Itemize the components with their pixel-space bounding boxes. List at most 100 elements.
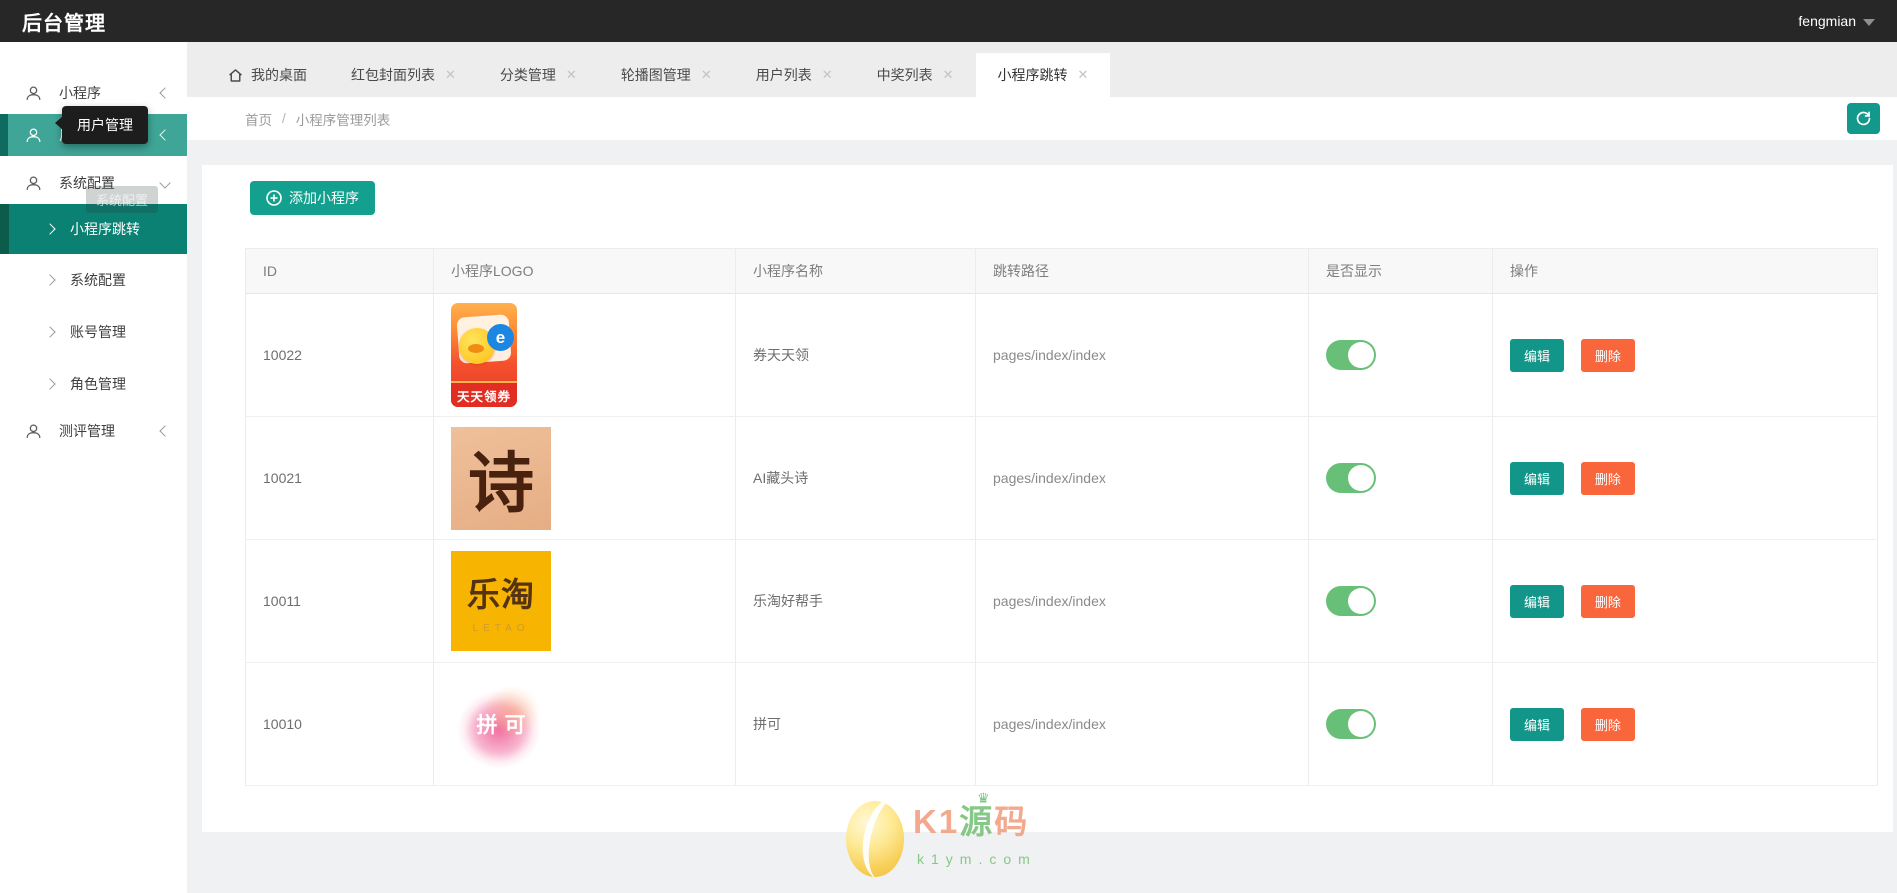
sidebar: 小程序 用户管理 系统配置 小程序跳转 系统配置 账号管理 角色管理 测评管理: [0, 42, 187, 893]
breadcrumb-home[interactable]: 首页: [245, 109, 272, 129]
cell-visible: [1308, 416, 1493, 540]
add-miniprogram-button[interactable]: 添加小程序: [250, 181, 375, 215]
watermark-yuan: 源: [959, 803, 995, 840]
cell-actions: 编辑 删除: [1492, 293, 1878, 417]
sidebar-item-label: 小程序: [59, 85, 101, 101]
tab-中奖列表[interactable]: 中奖列表 ✕: [855, 53, 976, 97]
watermark: ♛ K1源码 k1ym.com: [846, 790, 1037, 877]
content-area: 添加小程序 ID 小程序LOGO 小程序名称 跳转路径 是否显示 操作 10022 e 天天…: [187, 140, 1897, 893]
person-icon: [26, 128, 41, 142]
visibility-toggle[interactable]: [1326, 586, 1376, 616]
miniprogram-logo-poem: 诗: [451, 426, 551, 530]
cell-logo: 拼可: [433, 662, 736, 786]
visibility-toggle[interactable]: [1326, 340, 1376, 370]
chevron-icon: [159, 177, 171, 189]
table-header-row: ID 小程序LOGO 小程序名称 跳转路径 是否显示 操作: [245, 248, 1878, 294]
table-header-cell: 小程序名称: [735, 248, 976, 294]
cell-logo: e 天天领券: [433, 293, 736, 417]
cell-name: 券天天领: [735, 293, 976, 417]
chevron-right-icon: [44, 378, 56, 390]
person-icon: [26, 86, 41, 100]
table-header-cell: 是否显示: [1308, 248, 1493, 294]
tab-close-icon[interactable]: ✕: [1078, 67, 1089, 83]
tab-close-icon[interactable]: ✕: [943, 67, 954, 83]
cell-id: 10010: [245, 662, 434, 786]
tab-close-icon[interactable]: ✕: [566, 67, 577, 83]
cell-path: pages/index/index: [975, 293, 1309, 417]
cell-visible: [1308, 539, 1493, 663]
tab-小程序跳转[interactable]: 小程序跳转 ✕: [975, 53, 1111, 97]
table-wrapper: ID 小程序LOGO 小程序名称 跳转路径 是否显示 操作 10022 e 天天领券 券天天…: [245, 248, 1878, 786]
tab-轮播图管理[interactable]: 轮播图管理 ✕: [599, 53, 734, 97]
app-title: 后台管理: [22, 12, 106, 35]
sidebar-item-测评管理[interactable]: 测评管理: [0, 410, 187, 452]
sidebar-subitem-小程序跳转[interactable]: 小程序跳转: [0, 204, 187, 254]
cell-path: pages/index/index: [975, 416, 1309, 540]
sidebar-subitem-角色管理[interactable]: 角色管理: [0, 358, 187, 410]
sidebar-subitem-label: 账号管理: [70, 324, 126, 340]
tab-close-icon[interactable]: ✕: [822, 67, 833, 83]
table-row: 10010 拼可 拼可 pages/index/index 编辑 删除: [245, 662, 1878, 786]
delete-button[interactable]: 删除: [1580, 584, 1635, 618]
cell-name: AI藏头诗: [735, 416, 976, 540]
tab-label: 分类管理: [499, 67, 556, 83]
tab-label: 轮播图管理: [620, 67, 691, 83]
refresh-button[interactable]: [1847, 103, 1880, 134]
cell-name: 乐淘好帮手: [735, 539, 976, 663]
table-row: 10021 诗 AI藏头诗 pages/index/index 编辑 删除: [245, 416, 1878, 540]
watermark-title: ♛ K1源码: [913, 790, 1037, 844]
plus-circle-icon: [266, 190, 282, 206]
watermark-k1: K1: [913, 803, 960, 840]
cell-actions: 编辑 删除: [1492, 416, 1878, 540]
delete-button[interactable]: 删除: [1580, 461, 1635, 495]
table-header-cell: ID: [245, 248, 434, 294]
chevron-icon: [159, 129, 171, 141]
tab-label: 用户列表: [755, 67, 812, 83]
chevron-icon: [159, 87, 171, 99]
tab-我的桌面[interactable]: 我的桌面: [205, 53, 329, 97]
cell-visible: [1308, 293, 1493, 417]
watermark-domain: k1ym.com: [917, 850, 1037, 867]
cell-path: pages/index/index: [975, 539, 1309, 663]
main-area: 我的桌面 红包封面列表 ✕ 分类管理 ✕ 轮播图管理 ✕ 用户列表 ✕ 中奖列表…: [187, 42, 1897, 893]
cell-id: 10011: [245, 539, 434, 663]
table-header-cell: 操作: [1492, 248, 1878, 294]
edit-button[interactable]: 编辑: [1510, 338, 1565, 372]
tab-用户列表[interactable]: 用户列表 ✕: [734, 53, 855, 97]
visibility-toggle[interactable]: [1326, 463, 1376, 493]
crown-icon: ♛: [977, 790, 992, 806]
sidebar-item-系统配置[interactable]: 系统配置: [0, 162, 187, 204]
miniprogram-logo-coupon: e 天天领券: [451, 303, 517, 407]
edit-button[interactable]: 编辑: [1510, 707, 1565, 741]
tab-close-icon[interactable]: ✕: [701, 67, 712, 83]
delete-button[interactable]: 删除: [1580, 338, 1635, 372]
breadcrumb-separator: /: [282, 111, 286, 126]
tab-分类管理[interactable]: 分类管理 ✕: [478, 53, 599, 97]
delete-button[interactable]: 删除: [1580, 707, 1635, 741]
watermark-text: ♛ K1源码 k1ym.com: [913, 790, 1037, 867]
sidebar-subitem-账号管理[interactable]: 账号管理: [0, 306, 187, 358]
table-body: 10022 e 天天领券 券天天领 pages/index/index 编辑 删除…: [245, 293, 1878, 786]
chevron-right-icon: [44, 223, 56, 235]
toggle-knob: [1348, 588, 1374, 614]
sidebar-subitem-label: 小程序跳转: [70, 221, 140, 237]
breadcrumb-current: 小程序管理列表: [295, 112, 391, 128]
user-menu[interactable]: fengmian: [1798, 13, 1875, 29]
watermark-egg-logo: [846, 801, 904, 877]
breadcrumb-bar: 首页 / 小程序管理列表: [187, 97, 1897, 140]
visibility-toggle[interactable]: [1326, 709, 1376, 739]
tab-label: 中奖列表: [876, 67, 933, 83]
person-icon: [26, 176, 41, 190]
edit-button[interactable]: 编辑: [1510, 461, 1565, 495]
tab-close-icon[interactable]: ✕: [445, 67, 456, 83]
content-card: 添加小程序 ID 小程序LOGO 小程序名称 跳转路径 是否显示 操作 10022 e 天天…: [202, 165, 1893, 832]
home-icon: [229, 68, 242, 82]
watermark-ma: 码: [994, 803, 1030, 840]
edit-button[interactable]: 编辑: [1510, 584, 1565, 618]
cell-logo: 乐淘 LETAO: [433, 539, 736, 663]
tab-红包封面列表[interactable]: 红包封面列表 ✕: [329, 53, 478, 97]
cell-actions: 编辑 删除: [1492, 539, 1878, 663]
sidebar-item-label: 测评管理: [59, 423, 115, 439]
sidebar-subitem-系统配置[interactable]: 系统配置: [0, 254, 187, 306]
person-icon: [26, 424, 41, 438]
